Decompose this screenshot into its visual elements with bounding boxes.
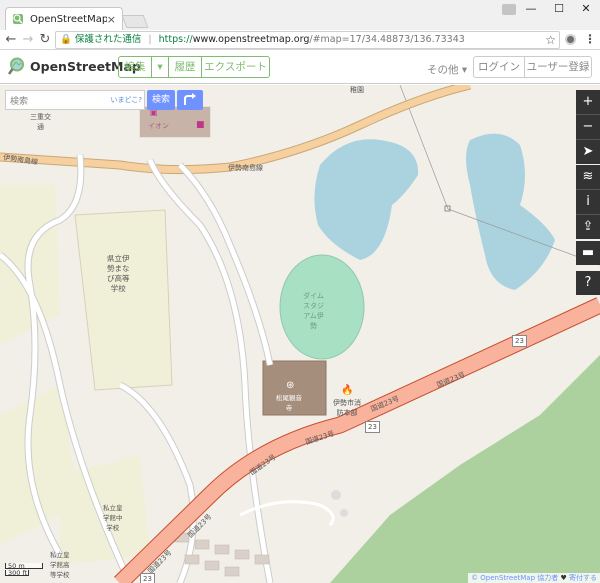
stadium-label: ダイム スタジ アム伊 勢 — [303, 292, 324, 330]
extension-icon[interactable] — [565, 34, 576, 45]
browser-menu-icon[interactable]: ⋮ — [584, 32, 596, 46]
url-path: /#map=17/34.48873/136.73343 — [309, 34, 465, 45]
osm-magnifier-logo[interactable] — [8, 57, 26, 75]
export-button[interactable]: エクスポート — [201, 56, 270, 78]
url-scheme: https:// — [158, 34, 193, 45]
lock-icon: 🔒 — [60, 34, 72, 45]
back-icon[interactable]: ← — [3, 32, 19, 48]
browser-titlebar: OpenStreetMap × — ☐ ✕ — [0, 0, 600, 30]
attribution: © OpenStreetMap 協力者 ♥ 寄付する — [468, 573, 600, 583]
maximize-button[interactable]: ☐ — [545, 0, 573, 18]
note-icon[interactable]: ▬ — [576, 241, 600, 265]
reservoir-east — [466, 133, 555, 290]
kindergarten-label: 稚園 — [350, 86, 364, 94]
shop-icon: ■ — [196, 120, 205, 130]
search-placeholder: 検索 — [10, 97, 29, 107]
signup-button[interactable]: ユーザー登録 — [524, 56, 592, 78]
turning-circle-2 — [340, 509, 348, 517]
more-menu[interactable]: その他 ▾ — [427, 62, 467, 77]
private-school-label: 私立皇 学館中 学校 — [103, 504, 123, 532]
directions-icon — [184, 93, 196, 105]
tab-title: OpenStreetMap — [30, 13, 107, 25]
attribution-link[interactable]: © OpenStreetMap 協力者 — [471, 574, 558, 582]
temple-label: 松尾観音 寺 — [276, 394, 302, 412]
school-grounds — [74, 209, 173, 391]
temple-icon: ⊛ — [286, 380, 295, 391]
tab-close-icon[interactable]: × — [107, 13, 116, 26]
school-label: 県立伊 勢まな び高等 学校 — [107, 254, 130, 293]
route-shield-1: 23 — [512, 335, 527, 347]
route-shield-2: 23 — [365, 421, 380, 433]
bookmark-star-icon[interactable]: ☆ — [545, 32, 556, 48]
zoom-in-icon[interactable]: + — [576, 90, 600, 114]
url-host: www.openstreetmap.org — [192, 34, 310, 45]
road-label-ise-minami: 伊勢南島線 — [228, 164, 263, 172]
profile-icon[interactable] — [502, 4, 516, 15]
where-am-i-link[interactable]: いまどこ? — [110, 95, 142, 105]
osm-favicon — [13, 14, 23, 24]
query-icon[interactable]: ? — [576, 271, 600, 295]
retail-label: イオン — [148, 122, 169, 130]
map-tiles — [0, 85, 600, 583]
history-button[interactable]: 履歴 — [168, 56, 202, 78]
new-tab-button[interactable] — [121, 15, 149, 28]
more-label: その他 — [427, 64, 459, 76]
donate-link[interactable]: 寄付する — [569, 574, 597, 582]
locate-icon[interactable]: ➤ — [576, 140, 600, 164]
minimize-button[interactable]: — — [517, 0, 545, 18]
address-bar[interactable]: 🔒 保護された通信 | https://www.openstreetmap.or… — [55, 31, 560, 49]
edit-button[interactable]: 編集 — [118, 56, 152, 78]
forward-icon[interactable]: → — [20, 32, 36, 48]
directions-button[interactable] — [177, 90, 203, 110]
layers-icon[interactable]: ≋ — [576, 165, 600, 189]
layer-controls: ≋ i ⇪ — [576, 165, 600, 239]
browser-tab[interactable]: OpenStreetMap × — [5, 7, 123, 30]
scale-imperial: 300 ft — [5, 570, 29, 576]
map-canvas[interactable]: 伊勢南島線 伊勢南島線 県立伊 勢まな び高等 学校 ダイム スタジ アム伊 勢… — [0, 85, 600, 583]
browser-toolbar: ← → ↻ 🔒 保護された通信 | https://www.openstreet… — [0, 30, 600, 50]
secure-label: 保護された通信 — [74, 34, 142, 45]
edit-dropdown-icon[interactable]: ▾ — [151, 56, 169, 78]
turning-circle — [331, 490, 341, 500]
osm-header: OpenStreetMap 編集 ▾ 履歴 エクスポート その他 ▾ ログイン … — [0, 51, 600, 84]
info-icon[interactable]: i — [576, 190, 600, 214]
query-control: ? — [576, 271, 600, 295]
route-shield-3: 23 — [140, 573, 155, 583]
bus-stop-label: 三重交 通 — [30, 113, 51, 131]
close-window-button[interactable]: ✕ — [572, 0, 600, 18]
reservoir-west — [314, 139, 419, 260]
zoom-controls: + − ➤ — [576, 90, 600, 164]
private-high-school-label: 私立皇 学館高 等学校 — [50, 551, 70, 579]
search-input[interactable]: 検索 いまどこ? — [5, 90, 145, 110]
search-button[interactable]: 検索 — [147, 90, 175, 110]
note-control: ▬ — [576, 241, 600, 265]
park-area — [330, 355, 600, 583]
scale-bar: 50 m 300 ft — [5, 563, 43, 577]
fire-station-label: 伊勢市消 防本部 — [333, 399, 361, 417]
share-icon[interactable]: ⇪ — [576, 215, 600, 239]
login-button[interactable]: ログイン — [473, 56, 525, 78]
url-separator: | — [148, 34, 152, 45]
fire-station-icon: 🔥 — [341, 385, 354, 396]
reload-icon[interactable]: ↻ — [37, 32, 53, 48]
zoom-out-icon[interactable]: − — [576, 115, 600, 139]
